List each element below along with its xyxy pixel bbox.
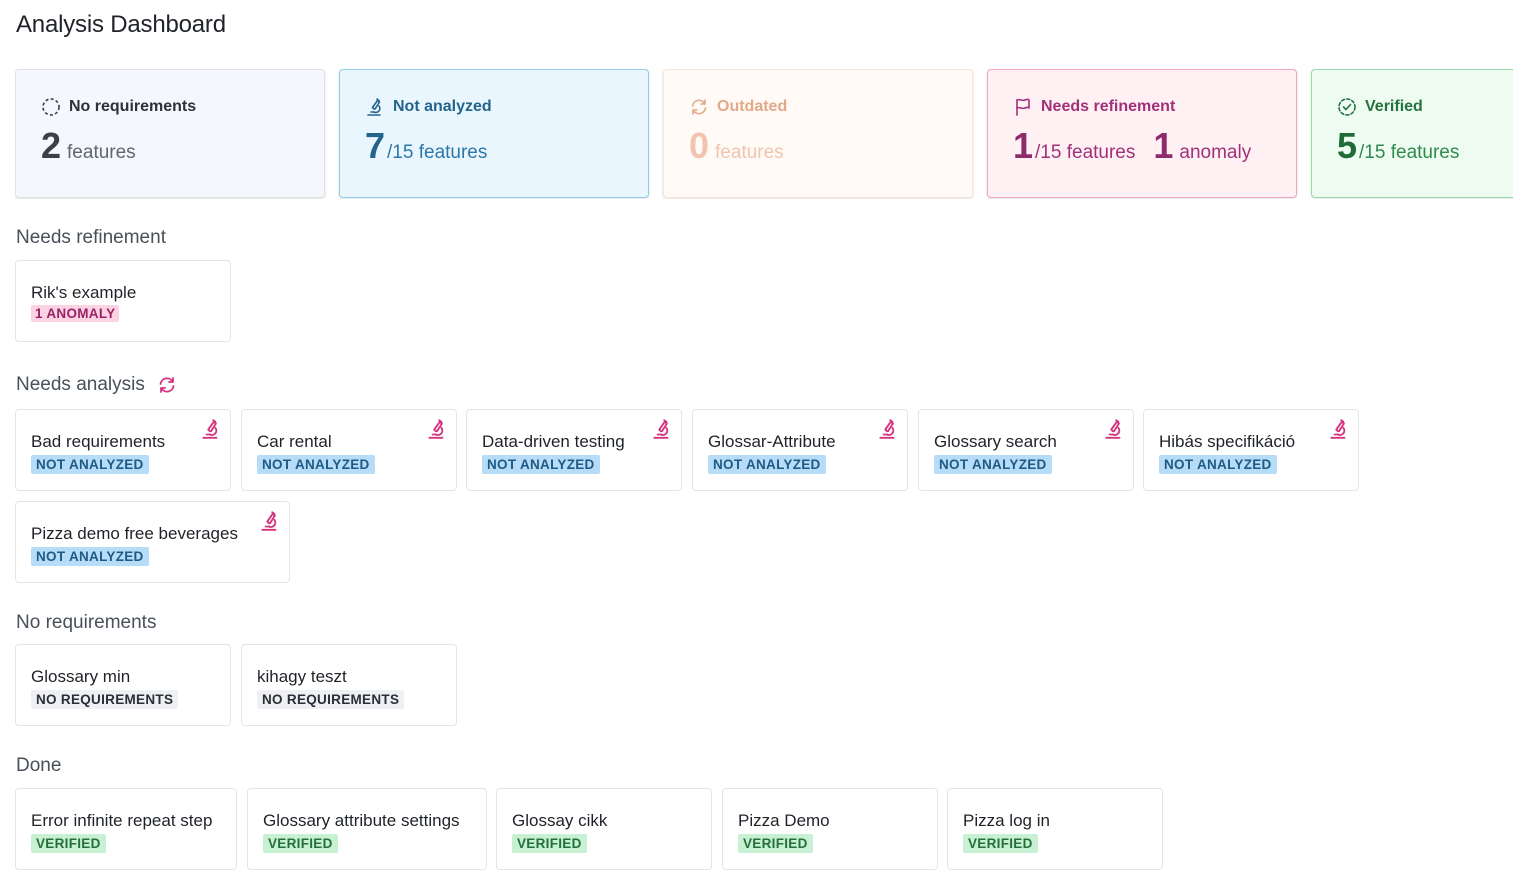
stat-anomaly-unit: anomaly <box>1179 142 1252 163</box>
status-badge: NOT ANALYZED <box>482 455 600 474</box>
section-title-needs-refinement: Needs refinement <box>16 227 166 248</box>
microscope-icon[interactable] <box>426 418 448 440</box>
stat-value: 1 <box>1013 125 1034 166</box>
microscope-icon[interactable] <box>1328 418 1350 440</box>
stat-label: Not analyzed <box>393 98 492 115</box>
feature-name: Data-driven testing <box>482 432 625 451</box>
status-badge: VERIFIED <box>738 834 813 853</box>
page-title: Analysis Dashboard <box>16 11 226 38</box>
refresh-icon <box>691 99 707 115</box>
status-badge: VERIFIED <box>263 834 338 853</box>
feature-name: Error infinite repeat step <box>31 811 213 830</box>
feature-card[interactable]: Car rental NOT ANALYZED <box>241 409 457 491</box>
stat-card-needs-refinement[interactable]: Needs refinement 1 /15 features 1 anomal… <box>987 69 1297 198</box>
feature-card[interactable]: Pizza demo free beverages NOT ANALYZED <box>15 501 290 583</box>
feature-card[interactable]: Pizza Demo VERIFIED <box>722 788 938 870</box>
microscope-icon[interactable] <box>651 418 673 440</box>
feature-card[interactable]: Glossary attribute settings VERIFIED <box>247 788 487 870</box>
stat-value: 5 <box>1337 125 1358 166</box>
section-title-no-requirements: No requirements <box>16 612 157 633</box>
microscope-icon[interactable] <box>259 510 281 532</box>
stat-unit: /15 features <box>387 142 488 163</box>
feature-card[interactable]: Hibás specifikáció NOT ANALYZED <box>1143 409 1359 491</box>
feature-name: Pizza log in <box>963 811 1050 830</box>
feature-name: Hibás specifikáció <box>1159 432 1296 451</box>
stat-unit: /15 features <box>1359 142 1460 163</box>
feature-card[interactable]: Data-driven testing NOT ANALYZED <box>466 409 682 491</box>
feature-card[interactable]: Glossar-Attribute NOT ANALYZED <box>692 409 908 491</box>
feature-name: Pizza demo free beverages <box>31 524 238 543</box>
feature-card[interactable]: Glossary min NO REQUIREMENTS <box>15 644 231 726</box>
feature-name: Rik's example <box>31 283 137 302</box>
stat-label: No requirements <box>69 98 197 115</box>
feature-name: kihagy teszt <box>257 667 347 686</box>
stat-value: 7 <box>365 125 386 166</box>
status-badge: NOT ANALYZED <box>934 455 1052 474</box>
feature-name: Glossary search <box>934 432 1057 451</box>
stat-card-no-requirements[interactable]: No requirements 2 features <box>15 69 325 198</box>
status-badge: NOT ANALYZED <box>31 455 149 474</box>
section-title-needs-analysis: Needs analysis <box>16 374 177 396</box>
flag-icon <box>1016 98 1030 116</box>
status-badge: NOT ANALYZED <box>1159 455 1277 474</box>
feature-card[interactable]: Bad requirements NOT ANALYZED <box>15 409 231 491</box>
stat-unit: features <box>715 142 784 163</box>
refresh-icon[interactable] <box>157 375 177 395</box>
status-badge: NOT ANALYZED <box>708 455 826 474</box>
status-badge: VERIFIED <box>512 834 587 853</box>
feature-name: Glossay cikk <box>512 811 608 830</box>
section-title-done: Done <box>16 755 62 776</box>
stat-unit: features <box>67 142 136 163</box>
stat-value: 0 <box>689 125 710 166</box>
feature-card[interactable]: Glossay cikk VERIFIED <box>496 788 712 870</box>
microscope-icon[interactable] <box>877 418 899 440</box>
status-badge: NOT ANALYZED <box>257 455 375 474</box>
stat-label: Outdated <box>717 98 788 115</box>
feature-name: Glossar-Attribute <box>708 432 836 451</box>
feature-card[interactable]: Error infinite repeat step VERIFIED <box>15 788 237 870</box>
stat-anomaly-value: 1 <box>1153 125 1174 166</box>
status-badge: VERIFIED <box>963 834 1038 853</box>
microscope-icon[interactable] <box>200 418 222 440</box>
feature-name: Pizza Demo <box>738 811 830 830</box>
microscope-icon <box>367 98 381 116</box>
feature-card[interactable]: Glossary search NOT ANALYZED <box>918 409 1134 491</box>
stat-value: 2 <box>41 125 62 166</box>
feature-name: Bad requirements <box>31 432 166 451</box>
feature-card[interactable]: Rik's example 1 ANOMALY <box>15 260 231 342</box>
stat-unit: /15 features <box>1035 142 1136 163</box>
stat-label: Verified <box>1365 98 1423 115</box>
status-badge: NO REQUIREMENTS <box>31 690 179 709</box>
status-badge: VERIFIED <box>31 834 106 853</box>
feature-name: Glossary attribute settings <box>263 811 460 830</box>
dashed-circle-icon <box>42 98 60 116</box>
feature-card[interactable]: kihagy teszt NO REQUIREMENTS <box>241 644 457 726</box>
stat-card-not-analyzed[interactable]: Not analyzed 7 /15 features <box>339 69 649 198</box>
status-badge: 1 ANOMALY <box>31 305 120 322</box>
check-circle-icon <box>1338 98 1356 116</box>
microscope-icon[interactable] <box>1103 418 1125 440</box>
stat-label: Needs refinement <box>1041 98 1176 115</box>
stat-card-verified[interactable]: Verified 5 /15 features <box>1311 69 1513 198</box>
stat-card-outdated[interactable]: Outdated 0 features <box>663 69 973 198</box>
status-badge: NOT ANALYZED <box>31 547 149 566</box>
feature-name: Car rental <box>257 432 332 451</box>
feature-card[interactable]: Pizza log in VERIFIED <box>947 788 1163 870</box>
stats-row: No requirements 2 features Not analyzed … <box>15 69 1513 199</box>
feature-name: Glossary min <box>31 667 131 686</box>
status-badge: NO REQUIREMENTS <box>257 690 405 709</box>
